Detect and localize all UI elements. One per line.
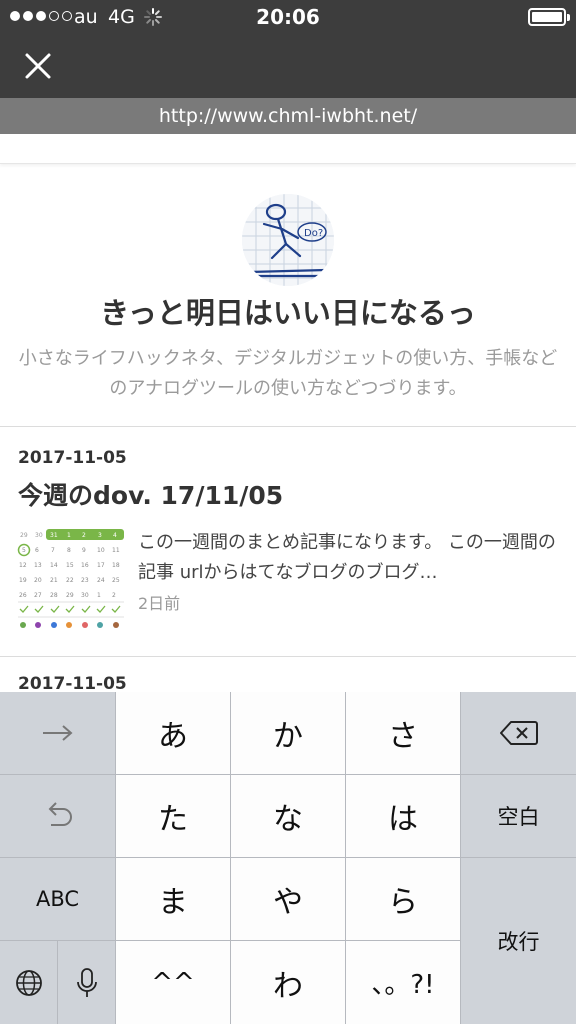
key-label: 改行 [497, 930, 540, 954]
key-wa[interactable]: わ [231, 941, 345, 1024]
key-label: た [158, 802, 188, 837]
svg-text:18: 18 [112, 562, 120, 569]
svg-text:14: 14 [50, 562, 58, 569]
svg-text:9: 9 [82, 547, 86, 554]
space-key[interactable]: 空白 [461, 775, 576, 857]
svg-text:10: 10 [97, 547, 105, 554]
url-bar[interactable]: http://www.chml-iwbht.net/ [0, 98, 576, 134]
key-ma[interactable]: ま [116, 858, 230, 940]
svg-text:4: 4 [113, 532, 117, 539]
svg-text:1: 1 [67, 532, 71, 539]
key-label: あ [158, 719, 188, 754]
svg-text:8: 8 [67, 547, 71, 554]
svg-text:22: 22 [66, 577, 74, 584]
svg-text:15: 15 [66, 562, 74, 569]
entry-thumbnail[interactable]: 29 30 31 1 2 3 4 5 6 7 8 9 10 11 12 13 14 15 16 17 18 19 2… [16, 526, 126, 634]
dictation-key[interactable] [58, 941, 115, 1024]
svg-text:5: 5 [22, 547, 26, 554]
svg-text:29: 29 [20, 532, 28, 539]
key-label: は [388, 802, 418, 837]
svg-text:13: 13 [34, 562, 42, 569]
key-label: さ [388, 719, 418, 754]
svg-text:6: 6 [35, 547, 39, 554]
svg-text:20: 20 [34, 577, 42, 584]
entry-time-ago: 2日前 [138, 594, 181, 613]
globe-key[interactable] [0, 941, 57, 1024]
divider [0, 656, 576, 657]
divider [0, 426, 576, 427]
key-label: 、。?! [371, 970, 435, 1000]
entry-title[interactable]: 今週のdov. 17/11/05 [18, 476, 283, 512]
battery-icon [528, 8, 570, 26]
key-label: な [273, 802, 303, 837]
globe-icon [15, 969, 42, 996]
svg-text:26: 26 [19, 592, 27, 599]
key-ka[interactable]: か [231, 692, 345, 774]
svg-text:31: 31 [50, 532, 58, 539]
clock: 20:06 [256, 5, 320, 29]
svg-text:11: 11 [112, 547, 120, 554]
svg-text:Do?: Do? [304, 228, 323, 239]
svg-text:25: 25 [112, 577, 120, 584]
entry-date: 2017-11-05 [18, 448, 127, 468]
key-label: や [273, 885, 303, 920]
svg-text:12: 12 [19, 562, 27, 569]
arrow-right-icon [42, 725, 73, 741]
japanese-keyboard: あ か さ た な は 空白 ABC ま や ら 改行 ^^ わ 、。?! [0, 692, 576, 1024]
close-icon[interactable] [20, 48, 56, 84]
key-ya[interactable]: や [231, 858, 345, 940]
blog-title[interactable]: きっと明日はいい日になるっ [0, 290, 576, 332]
key-kaomoji[interactable]: ^^ [116, 941, 230, 1024]
key-a[interactable]: あ [116, 692, 230, 774]
svg-text:19: 19 [19, 577, 27, 584]
key-label: ら [388, 885, 418, 920]
key-label: ABC [35, 887, 80, 911]
blog-description: 小さなライフハックネタ、デジタルガジェットの使い方、手帳などのアナログツールの使… [18, 348, 558, 399]
svg-text:1: 1 [97, 592, 101, 599]
undo-key[interactable] [0, 775, 115, 857]
key-ha[interactable]: は [346, 775, 460, 857]
key-label: 空白 [497, 805, 540, 829]
microphone-icon [76, 967, 97, 997]
backspace-icon [499, 721, 538, 745]
svg-text:21: 21 [50, 577, 58, 584]
svg-text:30: 30 [35, 532, 43, 539]
status-bar: au 4G 20:06 [0, 0, 576, 34]
svg-text:24: 24 [97, 577, 105, 584]
svg-text:30: 30 [81, 592, 89, 599]
key-ra[interactable]: ら [346, 858, 460, 940]
abc-mode-key[interactable]: ABC [0, 858, 115, 940]
svg-text:23: 23 [81, 577, 89, 584]
svg-text:3: 3 [98, 532, 102, 539]
next-candidate-key[interactable] [0, 692, 115, 774]
enter-key[interactable]: 改行 [461, 858, 576, 1024]
entry-date: 2017-11-05 [18, 674, 127, 694]
key-ta[interactable]: た [116, 775, 230, 857]
svg-text:2: 2 [112, 592, 116, 599]
key-sa[interactable]: さ [346, 692, 460, 774]
svg-text:16: 16 [81, 562, 89, 569]
svg-text:27: 27 [34, 592, 42, 599]
svg-text:29: 29 [66, 592, 74, 599]
avatar[interactable]: Do? [242, 194, 334, 286]
svg-text:2: 2 [82, 532, 86, 539]
undo-icon [48, 802, 72, 826]
key-label: か [273, 719, 303, 754]
svg-text:7: 7 [51, 547, 55, 554]
key-label: わ [273, 968, 303, 1004]
key-label: ま [158, 885, 188, 920]
key-na[interactable]: な [231, 775, 345, 857]
page-top-strip [0, 134, 576, 164]
svg-text:17: 17 [97, 562, 105, 569]
key-label: ^^ [151, 967, 195, 998]
backspace-key[interactable] [461, 692, 576, 774]
key-punctuation[interactable]: 、。?! [346, 941, 460, 1024]
svg-text:28: 28 [50, 592, 58, 599]
entry-excerpt: この一週間のまとめ記事になります。 この一週間の記事 urlからはてなブログのブ… [138, 532, 556, 583]
browser-toolbar [0, 34, 576, 98]
